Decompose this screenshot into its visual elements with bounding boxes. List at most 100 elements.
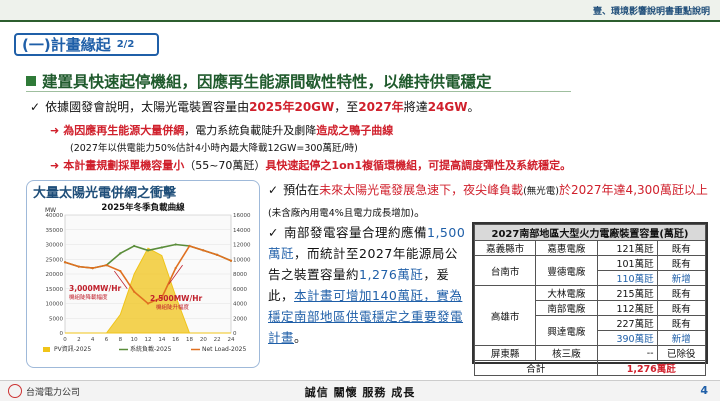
- series-point: [188, 244, 191, 248]
- checkmark-icon: ✓: [268, 183, 279, 197]
- header-note: 壹、環境影響說明書重點說明: [592, 7, 710, 17]
- y-tick-label-right: 2000: [233, 316, 247, 322]
- table-cell: 南部電廠: [535, 300, 598, 316]
- x-tick-label: 24: [228, 337, 235, 343]
- table-cell: 已除役: [656, 345, 707, 361]
- bullet-night-peak: ✓ 預估在未來太陽光電發展急速下，夜尖峰負載(無光電)於2027年達4,300萬瓩…: [268, 180, 708, 224]
- legend-label: 系統負載-2025: [130, 345, 172, 353]
- x-tick-label: 20: [200, 337, 207, 343]
- chart-card: MW 0 5000 10000 15000 20000 25000 30000 35000 400…: [26, 180, 260, 368]
- annotation-value: 2,500MW/Hr: [150, 294, 202, 303]
- table-cell: 121萬瓩: [596, 240, 658, 256]
- headline: 建置具快速起停機組，因應再生能源間歇性特性，以維持供電穩定: [26, 70, 492, 92]
- y-tick-label-right: 8000: [233, 272, 247, 278]
- series-point: [174, 243, 177, 246]
- page-number: 4: [700, 384, 708, 397]
- annotation-value: 3,000MW/Hr: [69, 284, 121, 293]
- series-point: [91, 267, 94, 270]
- table-cell: 新增: [656, 270, 707, 286]
- table-cell: 屏東縣: [473, 345, 537, 361]
- sub-bullet-duck-curve: ➜ 為因應再生能源大量併網，電力系統負載陡升及劇降造成之鴨子曲線: [50, 122, 393, 138]
- bullet2-small1: (無光電): [523, 186, 560, 197]
- x-tick-label: 12: [145, 337, 152, 343]
- bullet-capacity: ✓ 依據國發會說明，太陽光電裝置容量由2025年20GW，至2027年將達24GW…: [30, 98, 480, 115]
- y-tick-label-left: 25000: [46, 257, 64, 263]
- bullet1-text4: 。: [467, 100, 480, 114]
- y-tick-label-right: 6000: [233, 287, 247, 293]
- legend-label: PV資訊-2025: [54, 345, 91, 353]
- table-cell: 大林電廠: [535, 285, 598, 301]
- y-tick-label-left: 30000: [46, 243, 64, 249]
- bullet-southern-capacity: ✓ 南部發電容量合理約應備1,500萬瓩，而統計至2027年能源局公告之裝置容量約…: [268, 222, 468, 348]
- y-tick-label-left: 35000: [46, 228, 64, 234]
- y-tick-label-left: 10000: [46, 302, 64, 308]
- section-title-text: (一)計畫緣起: [22, 36, 111, 54]
- bullet2-red1: 未來太陽光電發展急速下，夜尖峰負載: [319, 183, 524, 197]
- table-cell: 215萬瓩: [596, 285, 658, 301]
- series-point: [202, 249, 205, 252]
- table-cell: 既有: [656, 300, 707, 316]
- y-tick-label-left: 40000: [46, 213, 64, 219]
- table-row: 高雄市 大林電廠 215萬瓩 既有: [473, 285, 707, 346]
- headline-divider: [26, 91, 571, 92]
- series-point: [229, 259, 233, 262]
- bullet1-value3: 24GW: [427, 100, 468, 114]
- section-title: (一)計畫緣起 2/2: [14, 33, 159, 56]
- table-cell: 既有: [656, 315, 707, 331]
- y-tick-label-left: 5000: [49, 316, 63, 322]
- checkmark-icon: ✓: [268, 225, 279, 240]
- series-point: [174, 267, 177, 270]
- section-page: 2/2: [116, 39, 135, 50]
- table-cell: 豐德電廠: [535, 255, 598, 286]
- series-point: [77, 265, 80, 268]
- annotation-caption: 機組陡降載幅度: [69, 293, 108, 301]
- table-cell: 227萬瓩: [596, 315, 658, 331]
- table-cell: 390萬瓩: [596, 330, 658, 346]
- y-tick-label-right: 12000: [233, 243, 251, 249]
- table-cell: 嘉惠電廠: [535, 240, 598, 256]
- table-cell: 101萬瓩: [596, 255, 658, 271]
- headline-text: 建置具快速起停機組，因應再生能源間歇性特性，以維持供電穩定: [42, 73, 492, 91]
- y-tick-label-left: 20000: [46, 272, 64, 278]
- legend-label: Net Load-2025: [202, 346, 246, 353]
- y-tick-label-right: 4000: [233, 302, 247, 308]
- table-row: 嘉義縣市 嘉惠電廠 121萬瓩 既有: [473, 240, 707, 256]
- x-tick-label: 18: [186, 337, 193, 343]
- bullet1-text2: ，至: [334, 100, 359, 114]
- chart-subtitle: 2025年冬季負載曲線: [101, 203, 185, 213]
- table-total-value: 1,276萬瓩: [596, 360, 707, 376]
- x-tick-label: 14: [158, 337, 165, 343]
- series-point: [119, 269, 122, 273]
- series-point: [133, 244, 136, 248]
- capacity-table: 2027南部地區大型火力電廠裝置容量(萬瓩) 嘉義縣市 嘉惠電廠 121萬瓩 既…: [472, 222, 708, 376]
- bullet1-text3: 將達: [403, 100, 428, 114]
- sub1-note: (2027年以供電能力50%估計4小時內最大降載12GW=300萬瓩/時): [70, 143, 358, 154]
- series-point: [160, 246, 163, 249]
- sub2-red2: 具快速起停之1on1複循環機組，可提高調度彈性及系統穩定。: [265, 159, 572, 172]
- bullet2-red2: 於2027年達4,300萬瓩以上: [559, 183, 708, 197]
- sub-bullet-unit-plan: ➜ 本計畫規劃採單機容量小（55~70萬瓩）具快速起停之1on1複循環機組，可提高…: [50, 157, 571, 173]
- y-tick-label-right: 16000: [233, 213, 251, 219]
- para2-text4: 。: [294, 330, 308, 345]
- footer: 台灣電力公司 誠信 關懷 服務 成長 4: [0, 380, 720, 401]
- checkmark-icon: ✓: [30, 100, 41, 114]
- table-row: 屏東縣 核三廠 -- 已除役: [473, 345, 707, 361]
- series-point: [119, 252, 122, 255]
- sub2-red1: 本計畫規劃採單機容量小: [63, 159, 185, 172]
- table-cell: 既有: [656, 255, 707, 271]
- para2-text1: 南部發電容量合理約應備: [283, 225, 427, 240]
- x-tick-label: 16: [172, 337, 179, 343]
- table-total-label: 合計: [474, 360, 598, 376]
- sub1-red1: 為因應再生能源大量併網: [63, 124, 185, 137]
- table-row: 合計 1,276萬瓩: [474, 360, 707, 376]
- table-row: 台南市 豐德電廠 101萬瓩 既有: [473, 255, 707, 286]
- y-tick-label-left: 15000: [46, 287, 64, 293]
- x-tick-label: 8: [119, 337, 123, 343]
- series-point: [133, 290, 136, 293]
- footer-slogan: 誠信 關懷 服務 成長: [304, 386, 416, 399]
- square-bullet-icon: [26, 76, 36, 86]
- bullet1-value1: 2025年20GW: [249, 100, 335, 114]
- table-cell: 112萬瓩: [596, 300, 658, 316]
- table-cell: 嘉義縣市: [473, 240, 537, 256]
- table-cell: 興達電廠: [535, 315, 598, 346]
